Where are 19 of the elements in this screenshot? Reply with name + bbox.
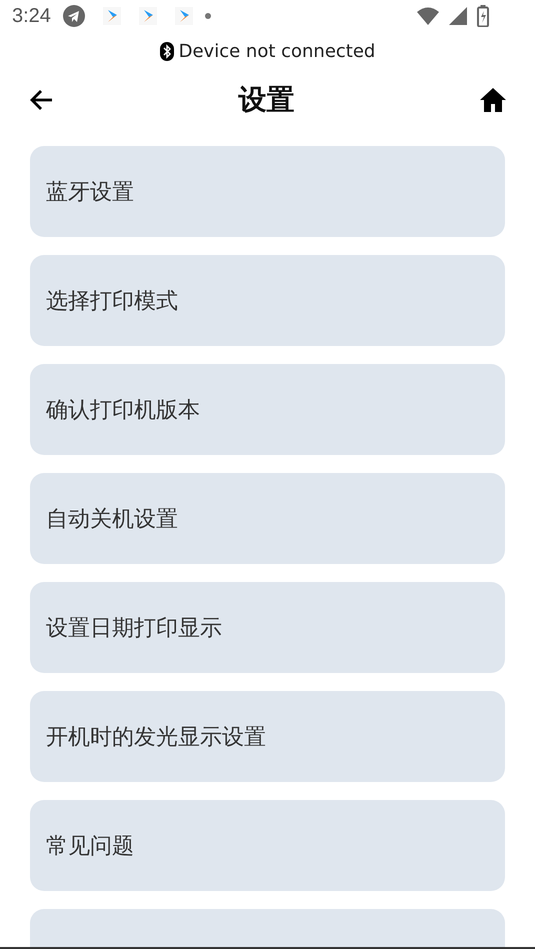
app-icon xyxy=(138,7,157,25)
page-title: 设置 xyxy=(238,82,294,118)
settings-item[interactable]: 确认打印机版本 xyxy=(30,364,505,455)
settings-item[interactable]: 蓝牙设置 xyxy=(30,146,505,237)
status-time: 3:24 xyxy=(12,4,51,28)
bluetooth-icon xyxy=(160,42,174,60)
battery-icon xyxy=(477,5,489,27)
settings-item[interactable]: 选择打印模式 xyxy=(30,255,505,346)
app-icon xyxy=(102,7,121,25)
app-icon xyxy=(174,7,193,25)
wifi-icon xyxy=(417,7,439,25)
paper-plane-icon xyxy=(62,5,85,27)
settings-item[interactable]: 开机时的发光显示设置 xyxy=(30,691,505,782)
connection-status: Device not connected xyxy=(178,40,376,62)
settings-item[interactable]: 设置日期打印显示 xyxy=(30,582,505,673)
settings-item[interactable]: 常见问题 xyxy=(30,800,505,891)
settings-item[interactable]: 自动关机设置 xyxy=(30,473,505,564)
dot-icon xyxy=(204,13,211,19)
signal-icon xyxy=(449,7,467,25)
